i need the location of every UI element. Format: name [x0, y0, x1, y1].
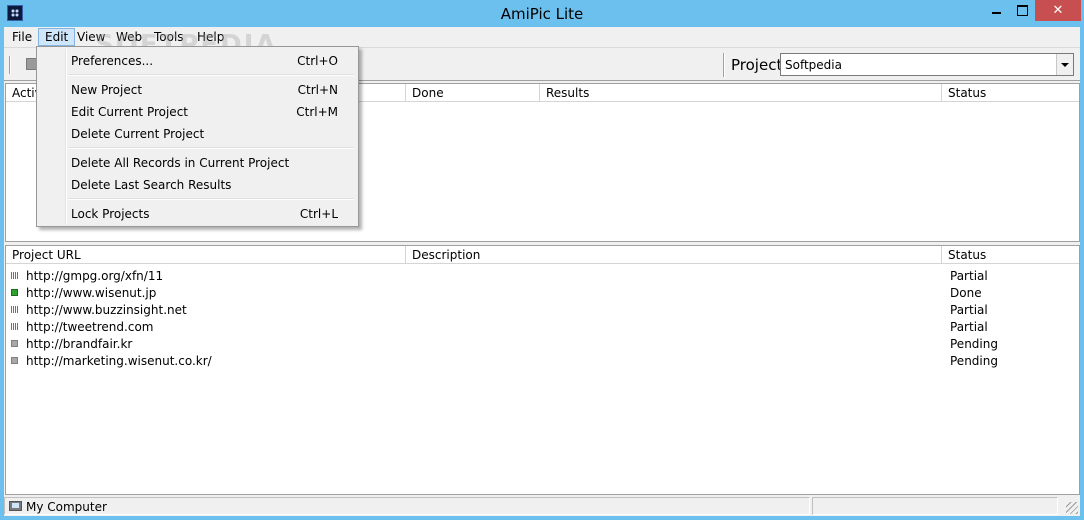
menu-edit[interactable]: Edit	[38, 28, 76, 46]
menu-view[interactable]: View	[71, 28, 111, 46]
project-toolbar-grip[interactable]	[723, 53, 725, 77]
menu-item-label: Delete Current Project	[71, 127, 205, 141]
project-label: Project	[731, 56, 783, 74]
menu-item-shortcut: Ctrl+O	[297, 54, 338, 68]
resize-grip[interactable]	[1066, 502, 1078, 514]
pending-icon	[11, 340, 18, 347]
minimize-button[interactable]	[983, 0, 1009, 21]
done-icon	[11, 289, 18, 296]
row-url: http://gmpg.org/xfn/11	[26, 269, 164, 283]
menu-tools[interactable]: Tools	[148, 28, 190, 46]
menu-item-label: New Project	[71, 83, 143, 97]
toolbar-grip[interactable]	[9, 56, 11, 74]
menu-item-delete-current-project[interactable]: Delete Current Project	[39, 122, 356, 144]
table-row[interactable]: http://brandfair.kr Pending	[6, 335, 1079, 352]
menu-item-edit-current-project[interactable]: Edit Current Project Ctrl+M	[39, 100, 356, 122]
menu-separator	[68, 147, 354, 149]
edit-menu-dropdown: Preferences... Ctrl+O New Project Ctrl+N…	[36, 46, 359, 227]
project-url-list[interactable]: Project URL Description Status http://gm…	[5, 245, 1080, 495]
column-header-done[interactable]: Done	[406, 84, 540, 102]
menu-separator	[68, 74, 354, 76]
status-pane-location: My Computer	[4, 497, 810, 515]
menu-file[interactable]: File	[6, 28, 38, 46]
menu-item-delete-last-search-results[interactable]: Delete Last Search Results	[39, 173, 356, 195]
row-status: Partial	[950, 303, 988, 317]
row-url: http://tweetrend.com	[26, 320, 154, 334]
table-row[interactable]: http://gmpg.org/xfn/11 Partial	[6, 267, 1079, 284]
menu-web[interactable]: Web	[110, 28, 148, 46]
title-bar[interactable]: AmiPic Lite ✕	[0, 0, 1084, 27]
menu-item-preferences[interactable]: Preferences... Ctrl+O	[39, 49, 356, 71]
maximize-button[interactable]	[1009, 0, 1035, 21]
row-url: http://marketing.wisenut.co.kr/	[26, 354, 212, 368]
partial-icon	[11, 323, 18, 330]
menu-item-shortcut: Ctrl+M	[296, 105, 338, 119]
menu-item-new-project[interactable]: New Project Ctrl+N	[39, 78, 356, 100]
status-text: My Computer	[26, 500, 107, 514]
row-status: Pending	[950, 337, 998, 351]
row-status: Done	[950, 286, 982, 300]
column-header-description[interactable]: Description	[406, 246, 942, 264]
row-url: http://www.buzzinsight.net	[26, 303, 187, 317]
table-row[interactable]: http://www.wisenut.jp Done	[6, 284, 1079, 301]
menu-item-label: Delete All Records in Current Project	[71, 156, 290, 170]
close-button[interactable]: ✕	[1035, 0, 1081, 21]
app-window: AmiPic Lite ✕ File Edit View Web Tools H…	[0, 0, 1084, 520]
table-row[interactable]: http://tweetrend.com Partial	[6, 318, 1079, 335]
menu-item-lock-projects[interactable]: Lock Projects Ctrl+L	[39, 202, 356, 224]
partial-icon	[11, 306, 18, 313]
menu-item-shortcut: Ctrl+L	[299, 207, 338, 221]
table-row[interactable]: http://www.buzzinsight.net Partial	[6, 301, 1079, 318]
status-bar: My Computer	[4, 495, 1080, 516]
row-url: http://www.wisenut.jp	[26, 286, 157, 300]
status-pane-secondary	[812, 497, 1058, 515]
row-status: Partial	[950, 320, 988, 334]
column-header-status[interactable]: Status	[942, 84, 1079, 102]
window-title: AmiPic Lite	[500, 5, 584, 23]
menu-item-label: Delete Last Search Results	[71, 178, 232, 192]
project-select-value: Softpedia	[785, 58, 842, 72]
menu-item-delete-all-records[interactable]: Delete All Records in Current Project	[39, 151, 356, 173]
project-select[interactable]: Softpedia	[780, 53, 1074, 76]
column-header-url-status[interactable]: Status	[942, 246, 1079, 264]
menu-separator	[68, 198, 354, 200]
pending-icon	[11, 357, 18, 364]
chevron-down-icon[interactable]	[1056, 54, 1073, 75]
menu-item-shortcut: Ctrl+N	[297, 83, 338, 97]
menu-help[interactable]: Help	[191, 28, 230, 46]
row-status: Pending	[950, 354, 998, 368]
computer-icon	[9, 501, 22, 511]
row-url: http://brandfair.kr	[26, 337, 133, 351]
column-header-results[interactable]: Results	[540, 84, 942, 102]
column-header-project-url[interactable]: Project URL	[6, 246, 406, 264]
row-status: Partial	[950, 269, 988, 283]
table-row[interactable]: http://marketing.wisenut.co.kr/ Pending	[6, 352, 1079, 369]
menu-item-label: Preferences...	[71, 54, 154, 68]
partial-icon	[11, 272, 18, 279]
menu-item-label: Edit Current Project	[71, 105, 188, 119]
menu-bar: File Edit View Web Tools Help	[4, 27, 1080, 47]
menu-item-label: Lock Projects	[71, 207, 150, 221]
